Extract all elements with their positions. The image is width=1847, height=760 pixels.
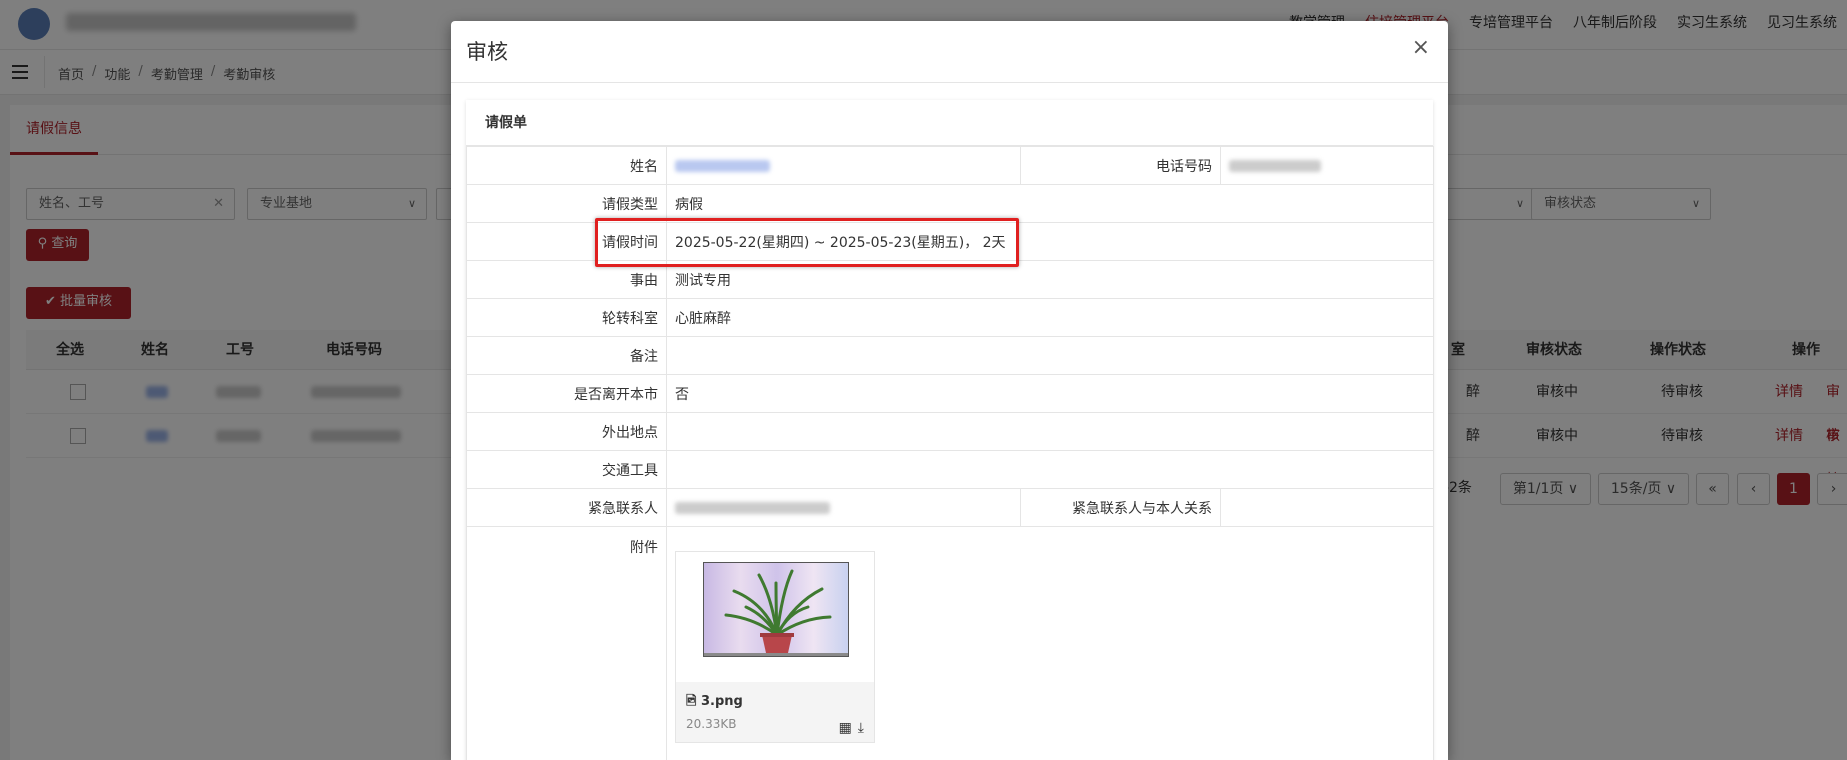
form-row: 交通工具 bbox=[466, 450, 1434, 489]
leave-form-panel: 请假单 姓名 电话号码 请假类型 病假 请假时间 2025-05-22(星期四)… bbox=[466, 100, 1434, 760]
form-row: 姓名 电话号码 bbox=[466, 146, 1434, 185]
attachment-card[interactable]: 🖻 3.png 20.33KB ▦ ⤓ bbox=[675, 551, 875, 743]
name-value bbox=[666, 146, 1021, 185]
attachment-filename-row: 🖻 3.png bbox=[686, 692, 864, 714]
relation-value bbox=[1220, 488, 1434, 527]
remark-label: 备注 bbox=[466, 336, 667, 375]
attachment-label: 附件 bbox=[466, 526, 667, 760]
form-row: 请假类型 病假 bbox=[466, 184, 1434, 223]
phone-label: 电话号码 bbox=[1020, 146, 1221, 185]
attachment-filename[interactable]: 3.png bbox=[701, 694, 743, 709]
remark-value bbox=[666, 336, 1434, 375]
modal-title: 审核 bbox=[466, 40, 508, 64]
highlight-annotation bbox=[595, 218, 1019, 267]
attachment-thumbnail[interactable] bbox=[703, 562, 849, 657]
download-icon[interactable]: ⤓ bbox=[858, 720, 864, 736]
plant-image bbox=[704, 563, 848, 656]
panel-title: 请假单 bbox=[466, 100, 1433, 146]
form-row: 轮转科室 心脏麻醉 bbox=[466, 298, 1434, 337]
leave-city-label: 是否离开本市 bbox=[466, 374, 667, 413]
attachment-info: 🖻 3.png 20.33KB ▦ ⤓ bbox=[676, 682, 874, 742]
emergency-contact-label: 紧急联系人 bbox=[466, 488, 667, 527]
leave-type-value: 病假 bbox=[666, 184, 1434, 223]
modal-header: 审核 × bbox=[451, 21, 1448, 83]
destination-label: 外出地点 bbox=[466, 412, 667, 451]
form-row: 紧急联系人 紧急联系人与本人关系 bbox=[466, 488, 1434, 527]
image-file-icon: 🖻 bbox=[686, 694, 697, 709]
attachment-cell: 🖻 3.png 20.33KB ▦ ⤓ bbox=[666, 526, 1434, 760]
review-modal: 审核 × 请假单 姓名 电话号码 请假类型 病假 请假时间 2025-05-22… bbox=[451, 21, 1448, 760]
transport-label: 交通工具 bbox=[466, 450, 667, 489]
leave-type-label: 请假类型 bbox=[466, 184, 667, 223]
emergency-contact-value bbox=[666, 488, 1021, 527]
form-row: 备注 bbox=[466, 336, 1434, 375]
attachment-actions: ▦ ⤓ bbox=[833, 720, 864, 736]
name-label: 姓名 bbox=[466, 146, 667, 185]
transport-value bbox=[666, 450, 1434, 489]
relation-label: 紧急联系人与本人关系 bbox=[1020, 488, 1221, 527]
calendar-icon[interactable]: ▦ bbox=[839, 720, 852, 736]
form-row: 附件 🖻 3.png 20.33KB ▦ ⤓ bbox=[466, 526, 1434, 760]
phone-value bbox=[1220, 146, 1434, 185]
dept-label: 轮转科室 bbox=[466, 298, 667, 337]
form-row: 是否离开本市 否 bbox=[466, 374, 1434, 413]
form-row: 外出地点 bbox=[466, 412, 1434, 451]
dept-value: 心脏麻醉 bbox=[666, 298, 1434, 337]
close-icon[interactable]: × bbox=[1412, 35, 1430, 60]
destination-value bbox=[666, 412, 1434, 451]
leave-city-value: 否 bbox=[666, 374, 1434, 413]
